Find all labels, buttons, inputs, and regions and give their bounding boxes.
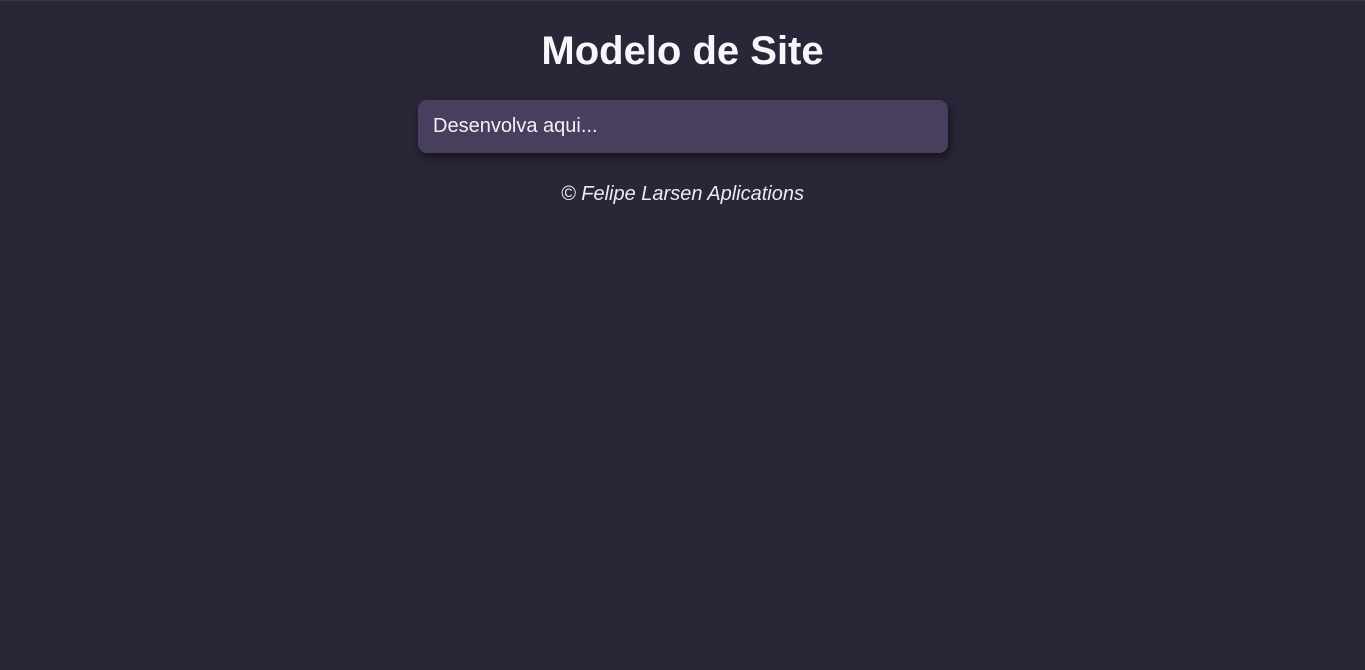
footer-copyright: © Felipe Larsen Aplications — [560, 183, 804, 205]
content-box: Desenvolva aqui... — [418, 100, 948, 153]
page: Modelo de Site Desenvolva aqui... © Feli… — [0, 0, 1365, 670]
content-text: Desenvolva aqui... — [433, 115, 598, 137]
page-title: Modelo de Site — [541, 29, 824, 73]
